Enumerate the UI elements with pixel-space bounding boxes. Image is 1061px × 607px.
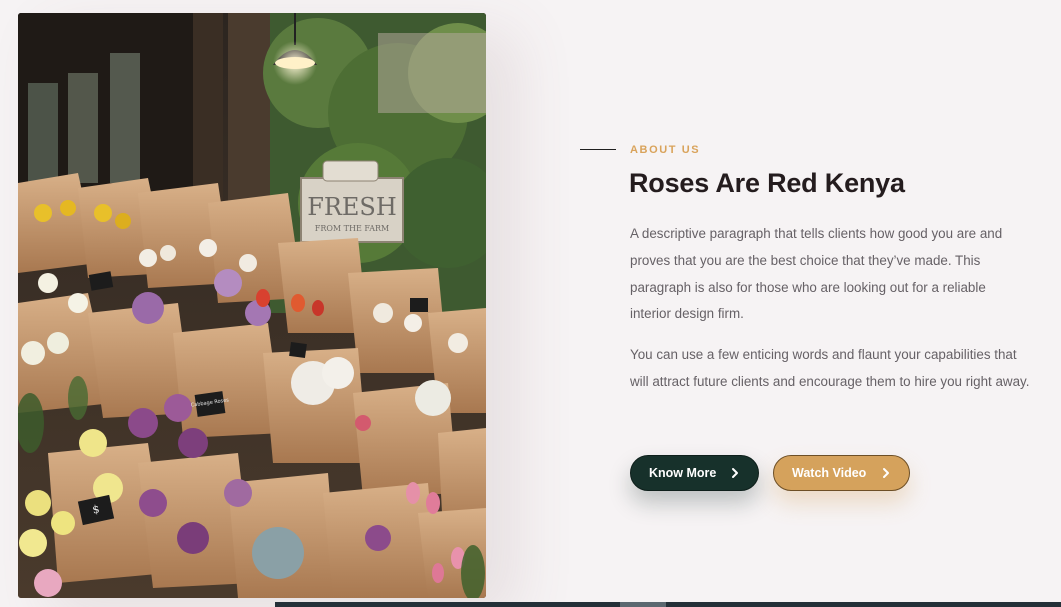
flower-market-illustration: FRESH FROM THE FARM Cabbage Roses $ [18,13,486,598]
description-paragraph-2: You can use a few enticing words and fla… [630,347,1030,389]
watch-video-button[interactable]: Watch Video [773,455,910,491]
know-more-label: Know More [649,466,717,480]
sign-farm-text: FROM THE FARM [315,224,389,233]
about-section: FRESH FROM THE FARM Cabbage Roses $ ABOU… [0,0,1061,607]
sign-fresh-text: FRESH [307,193,397,221]
section-title: Roses Are Red Kenya [629,168,905,198]
next-section-edge [275,602,1061,607]
chevron-right-icon [732,468,738,478]
description-paragraph-1: A descriptive paragraph that tells clien… [630,226,1003,322]
know-more-button[interactable]: Know More [630,455,759,491]
flower-market-photo: FRESH FROM THE FARM Cabbage Roses $ [18,13,486,598]
chevron-right-icon [883,468,889,478]
watch-video-label: Watch Video [792,466,867,480]
next-section-edge-mark [620,602,666,607]
eyebrow-divider [580,149,616,150]
section-eyebrow: ABOUT US [630,144,701,156]
